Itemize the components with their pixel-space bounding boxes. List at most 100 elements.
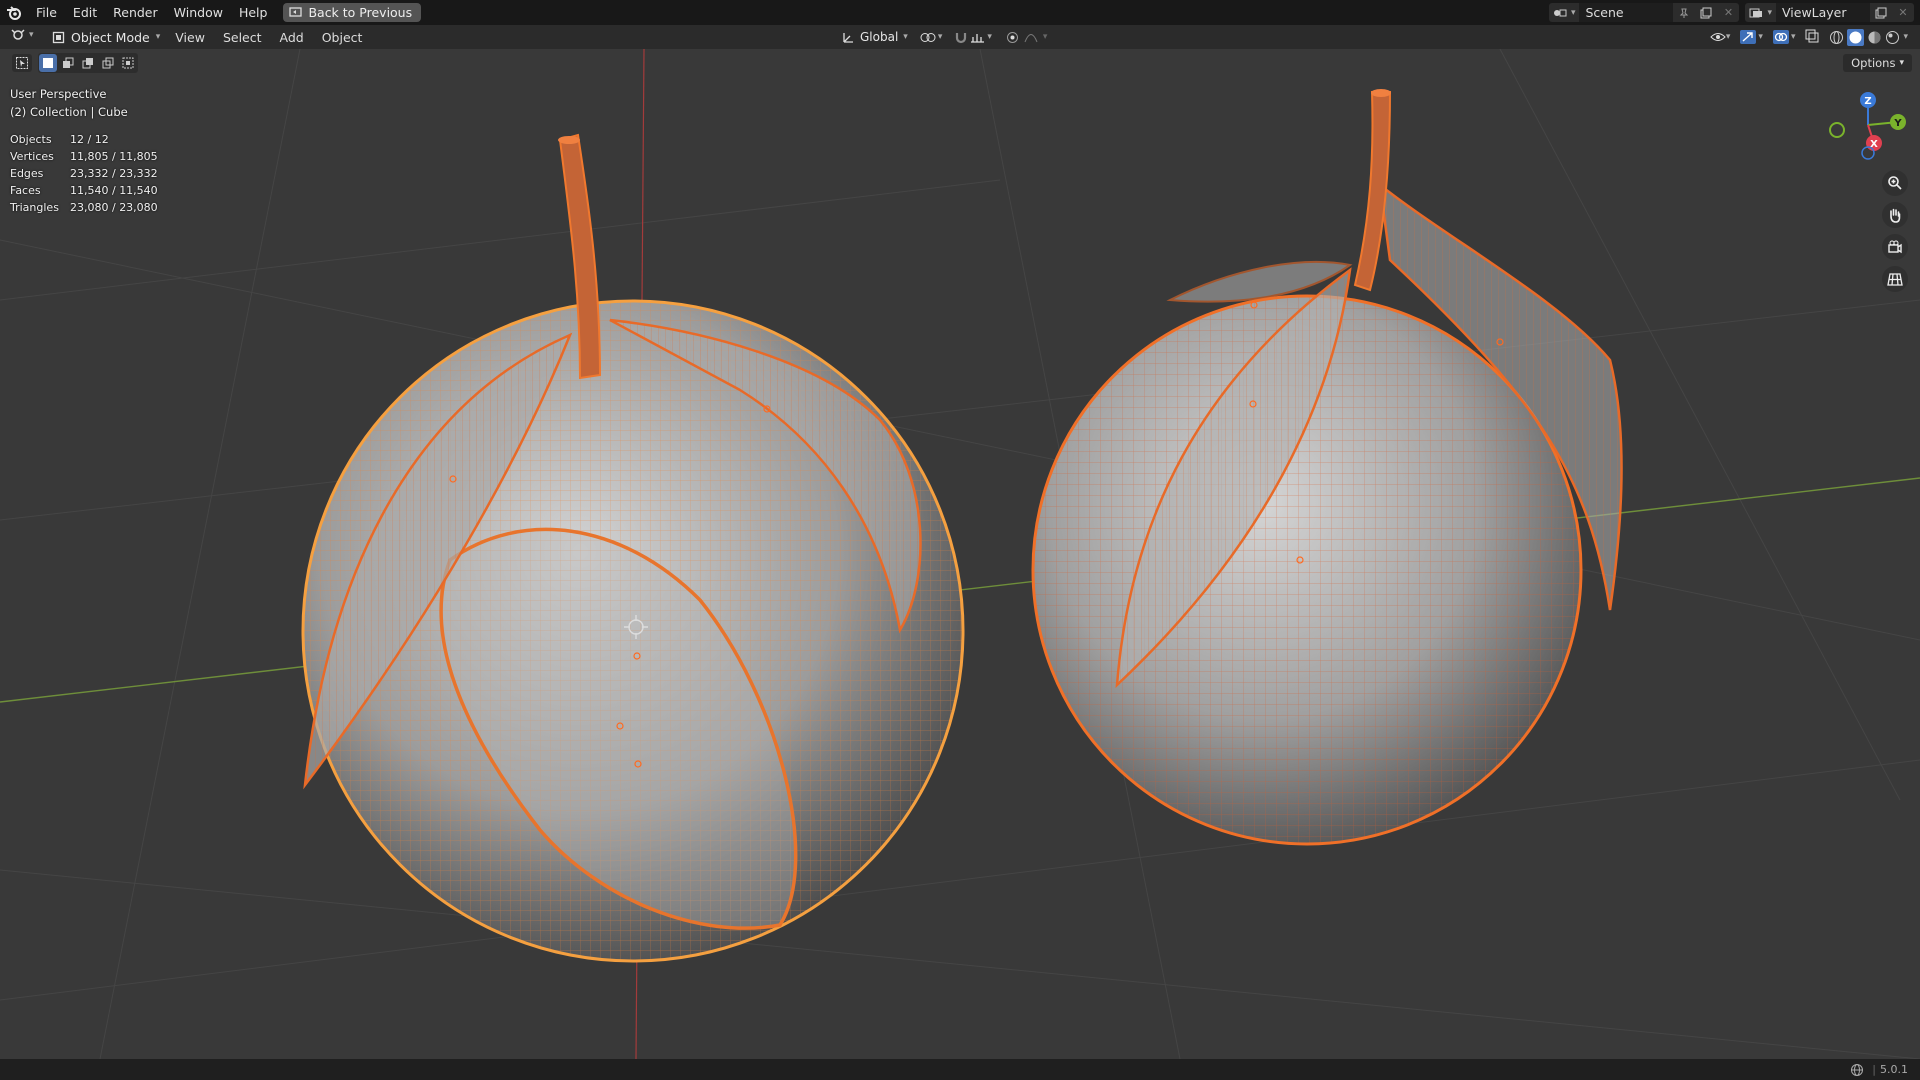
menu-object[interactable]: Object	[313, 30, 372, 45]
chevron-down-icon: ▾	[155, 32, 161, 42]
chevron-down-icon: ▾	[1790, 32, 1796, 42]
stat-label: Objects	[10, 133, 52, 146]
network-globe-icon	[1851, 1063, 1864, 1076]
menu-window[interactable]: Window	[166, 0, 231, 25]
back-to-previous-label: Back to Previous	[308, 5, 413, 20]
options-dropdown[interactable]: Options ▾	[1843, 54, 1912, 72]
camera-view-icon[interactable]	[1882, 234, 1908, 260]
snap-toggle[interactable]: ▾	[950, 31, 996, 44]
blender-logo-icon[interactable]	[0, 0, 28, 25]
chevron-down-icon: ▾	[1570, 7, 1576, 18]
stat-label: Faces	[10, 184, 41, 197]
right-fruit-mesh[interactable]	[1031, 89, 1623, 846]
version-label: 5.0.1	[1880, 1063, 1908, 1076]
left-fruit-mesh[interactable]	[301, 133, 965, 963]
menu-render[interactable]: Render	[105, 0, 166, 25]
overlays-icon	[1772, 30, 1789, 44]
grid-floor	[0, 49, 1920, 1059]
collection-label: (2) Collection | Cube	[10, 105, 128, 119]
orientation-dropdown[interactable]: Global ▾	[838, 30, 912, 44]
stat-value: 11,805 / 11,805	[70, 150, 158, 163]
wireframe-shading-icon[interactable]	[1829, 30, 1844, 45]
pan-hand-icon[interactable]	[1882, 202, 1908, 228]
selection-mode-group	[38, 53, 138, 73]
gizmo-z-label: Z	[1864, 96, 1871, 107]
select-invert-icon[interactable]	[99, 54, 117, 72]
close-icon[interactable]: ✕	[1717, 3, 1739, 22]
select-intersect-icon[interactable]	[119, 54, 137, 72]
stat-row: Objects 12 / 12	[10, 131, 158, 148]
orientation-axis-icon	[843, 32, 853, 43]
screen-icon	[289, 7, 303, 17]
gizmo-icon	[1740, 30, 1757, 44]
select-tool-row	[12, 53, 138, 73]
menu-edit[interactable]: Edit	[65, 0, 105, 25]
xray-icon	[1805, 29, 1819, 42]
snap-magnet-icon	[956, 32, 967, 43]
overlays-toggle[interactable]: ▾	[1769, 30, 1800, 44]
viewport-scene[interactable]: Z Y X	[0, 49, 1920, 1059]
object-mode-icon	[52, 31, 65, 43]
pivot-icon	[920, 32, 936, 42]
pivot-point-dropdown[interactable]: ▾	[916, 31, 947, 44]
chevron-down-icon: ▾	[1725, 32, 1731, 42]
scene-selector[interactable]: ▾ Scene ✕	[1548, 3, 1740, 22]
scene-statistics: Objects 12 / 12 Vertices 11,805 / 11,805 E…	[10, 131, 158, 216]
zoom-icon[interactable]	[1882, 170, 1908, 196]
scene-name-field[interactable]: Scene	[1579, 3, 1674, 22]
new-scene-icon[interactable]	[1695, 3, 1717, 22]
chevron-down-icon: ▾	[1899, 58, 1904, 68]
menu-file[interactable]: File	[28, 0, 65, 25]
material-shading-icon[interactable]	[1867, 30, 1882, 45]
shading-modes: ▾	[1825, 28, 1912, 46]
select-new-icon[interactable]	[39, 54, 57, 72]
viewport-display-tools: ▾ ▾ ▾ ▾	[1706, 25, 1912, 49]
navigation-gizmo[interactable]: Z Y X	[1829, 92, 1906, 160]
falloff-curve-icon	[1024, 33, 1038, 42]
stat-value: 11,540 / 11,540	[70, 184, 158, 197]
navigation-buttons	[1882, 170, 1908, 292]
solid-shading-icon[interactable]	[1847, 28, 1865, 46]
viewlayer-selector[interactable]: ▾ ViewLayer ✕	[1745, 3, 1914, 22]
3d-viewport[interactable]: Z Y X	[0, 49, 1920, 1059]
chevron-down-icon[interactable]: ▾	[1903, 32, 1908, 42]
back-to-previous-button[interactable]: Back to Previous	[283, 3, 422, 22]
stat-row: Faces 11,540 / 11,540	[10, 182, 158, 199]
top-right-area: ▾ Scene ✕ ▾ ViewLayer ✕	[1548, 0, 1920, 25]
chevron-down-icon: ▾	[1758, 32, 1763, 42]
viewlayer-icon	[1745, 3, 1767, 22]
stat-value: 23,332 / 23,332	[70, 167, 158, 180]
perspective-label: User Perspective	[10, 87, 107, 101]
viewlayer-name-field[interactable]: ViewLayer	[1776, 3, 1870, 22]
editor-type-selector[interactable]: ▾	[10, 28, 34, 42]
menu-add[interactable]: Add	[271, 30, 313, 45]
visibility-dropdown[interactable]: ▾	[1706, 31, 1735, 43]
select-subtract-icon[interactable]	[79, 54, 97, 72]
proportional-editing[interactable]: ▾	[1000, 31, 1054, 44]
gizmo-x-label: X	[1870, 139, 1878, 150]
stat-label: Triangles	[10, 201, 59, 214]
viewport-info: User Perspective (2) Collection | Cube	[10, 85, 128, 121]
stat-row: Edges 23,332 / 23,332	[10, 165, 158, 182]
rendered-shading-icon[interactable]	[1885, 30, 1900, 45]
transform-tools: Global ▾ ▾ ▾ ▾	[838, 25, 1053, 49]
chevron-down-icon: ▾	[1767, 7, 1772, 18]
menu-help[interactable]: Help	[231, 0, 276, 25]
pin-icon[interactable]	[1673, 3, 1695, 22]
perspective-grid-icon[interactable]	[1882, 266, 1908, 292]
menu-select[interactable]: Select	[214, 30, 271, 45]
select-extend-icon[interactable]	[59, 54, 77, 72]
gizmo-toggle[interactable]: ▾	[1736, 30, 1767, 44]
stat-row: Vertices 11,805 / 11,805	[10, 148, 158, 165]
new-viewlayer-icon[interactable]	[1870, 3, 1892, 22]
menu-view[interactable]: View	[166, 30, 214, 45]
object-mode-label: Object Mode	[71, 29, 150, 45]
xray-toggle[interactable]	[1801, 29, 1823, 46]
object-mode-dropdown[interactable]: Object Mode ▾	[46, 28, 166, 47]
scene-icon	[1549, 3, 1571, 22]
separator: |	[1872, 1063, 1876, 1076]
chevron-down-icon: ▾	[29, 30, 34, 40]
close-icon[interactable]: ✕	[1892, 3, 1914, 22]
select-tool-icon[interactable]	[12, 54, 32, 72]
chevron-down-icon: ▾	[987, 32, 992, 42]
